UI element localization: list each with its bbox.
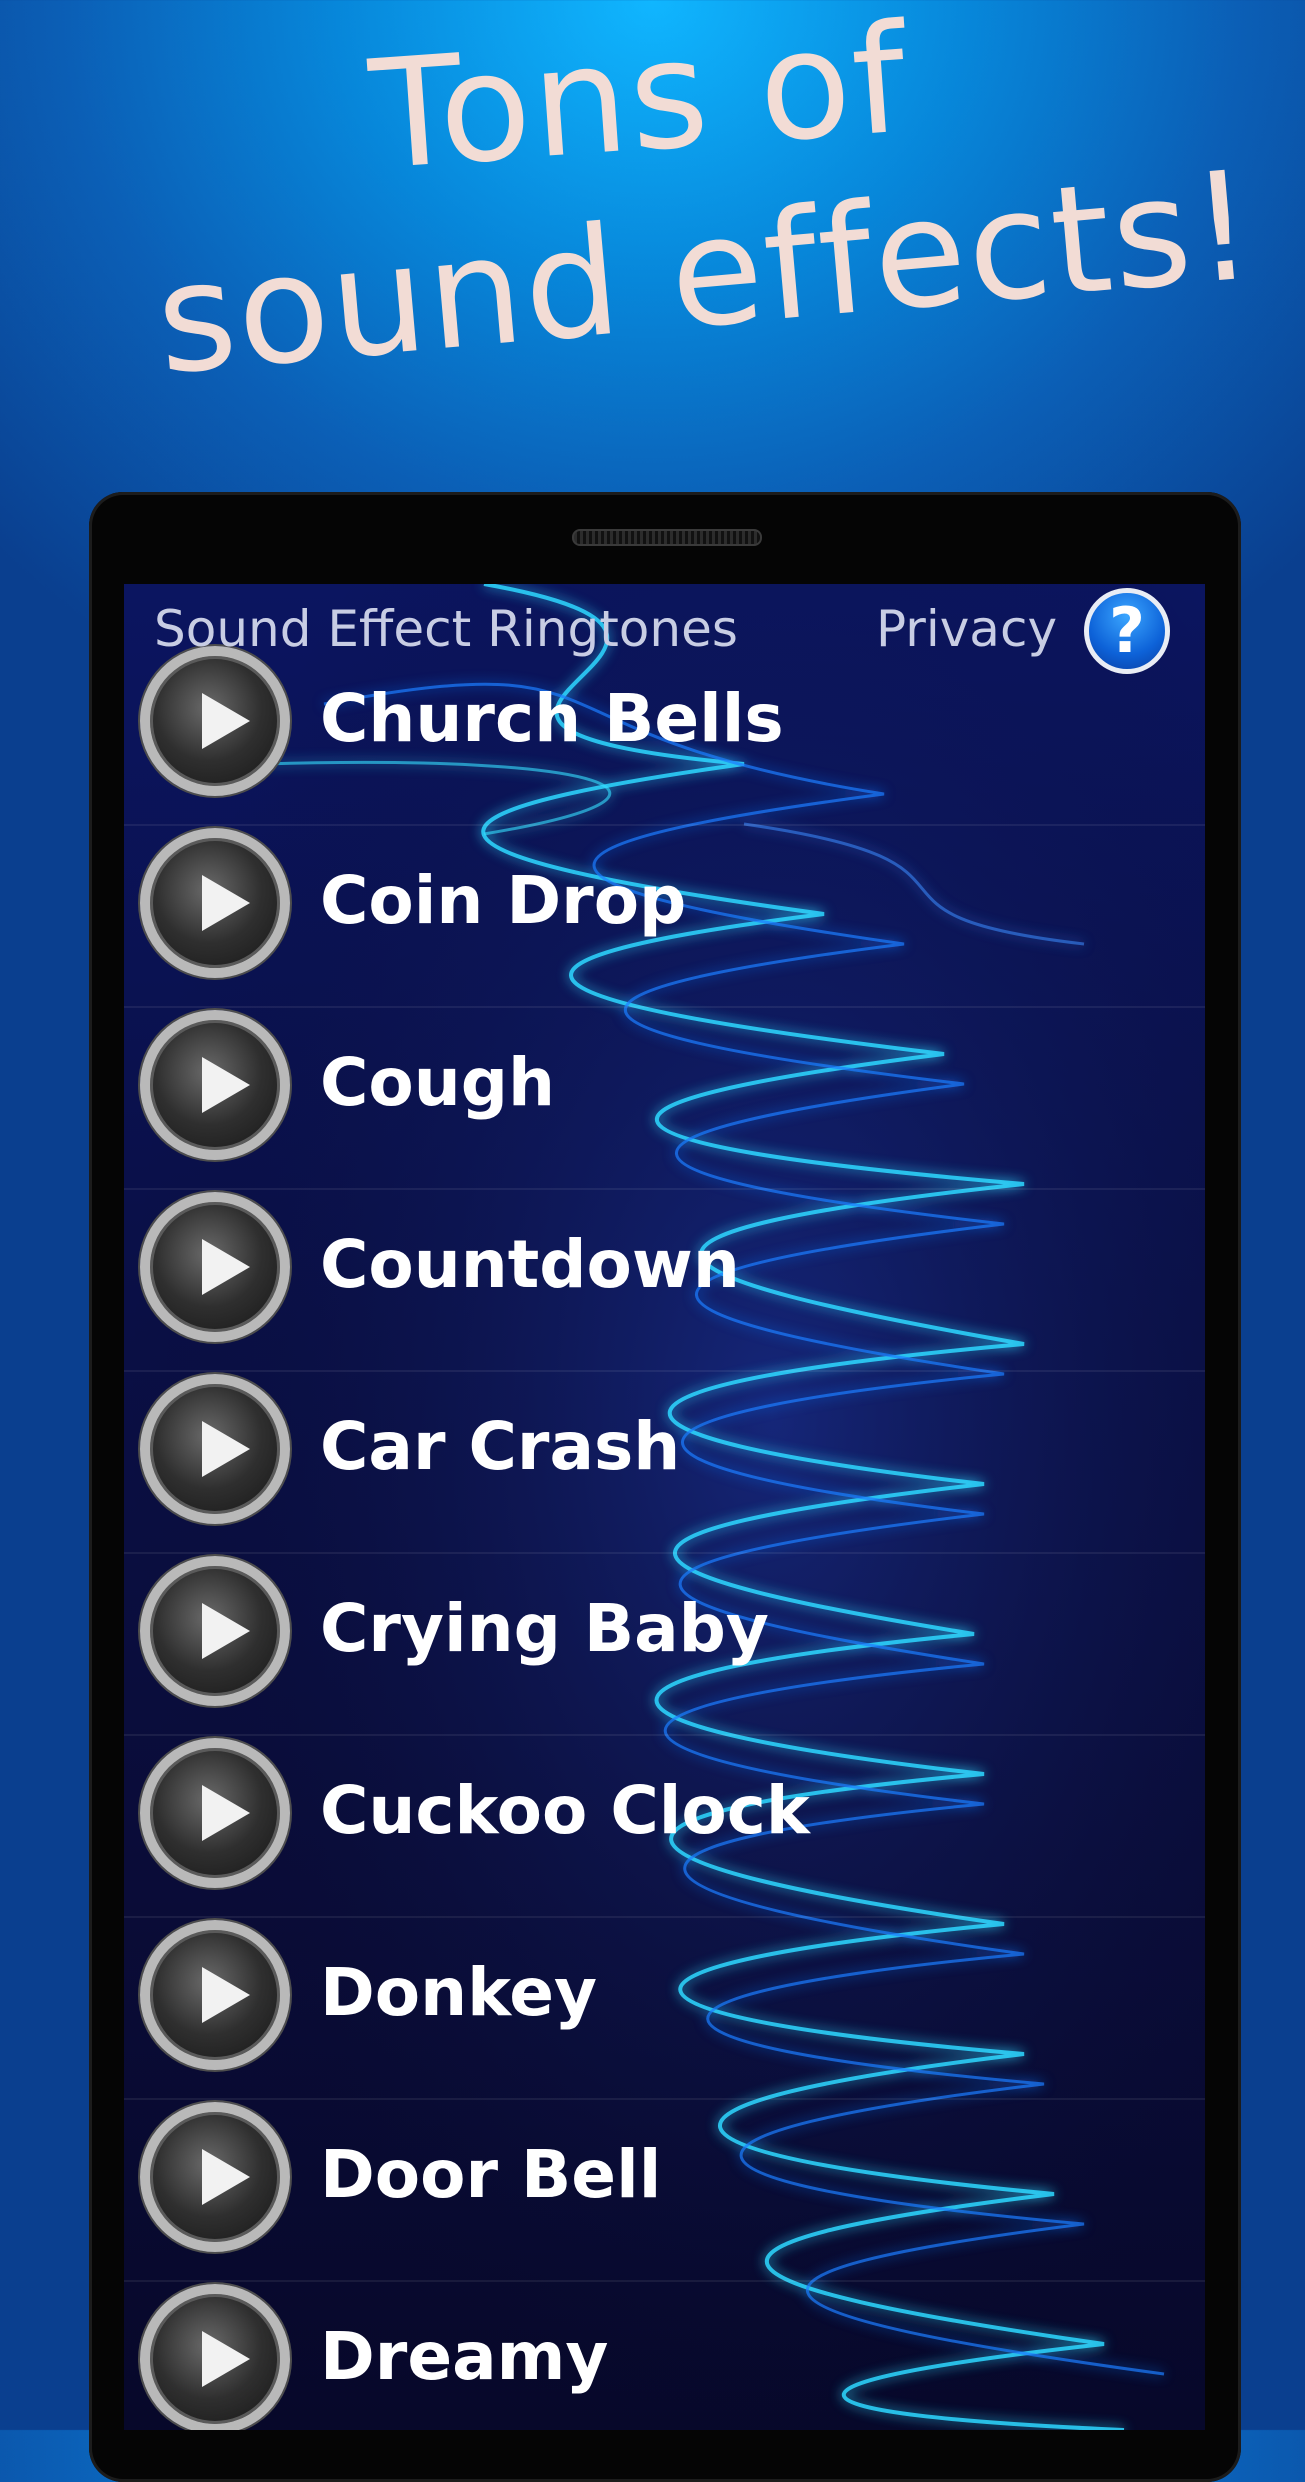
- play-icon[interactable]: [140, 1556, 290, 1706]
- list-item[interactable]: Door Bell: [124, 2100, 1205, 2282]
- app-bar: Sound Effect Ringtones Privacy ?: [124, 584, 1205, 674]
- privacy-link[interactable]: Privacy: [876, 600, 1057, 658]
- app-title: Sound Effect Ringtones: [154, 600, 738, 658]
- sound-label: Coin Drop: [320, 862, 687, 939]
- promo-headline: Tons of sound effects!: [0, 0, 1305, 480]
- question-circle-icon: ?: [1109, 594, 1145, 667]
- play-icon[interactable]: [140, 1920, 290, 2070]
- play-icon[interactable]: [140, 1738, 290, 1888]
- list-item[interactable]: Car Crash: [124, 1372, 1205, 1554]
- sound-label: Door Bell: [320, 2136, 662, 2213]
- play-icon[interactable]: [140, 828, 290, 978]
- play-icon[interactable]: [140, 2102, 290, 2252]
- app-screen: Sound Effect Ringtones Privacy ? Church …: [124, 584, 1205, 2430]
- sound-label: Dreamy: [320, 2318, 609, 2395]
- list-item[interactable]: Cough: [124, 1008, 1205, 1190]
- list-item[interactable]: Dreamy: [124, 2282, 1205, 2430]
- help-button[interactable]: ?: [1084, 588, 1170, 674]
- phone-speaker-grille: [572, 529, 762, 546]
- sound-label: Cuckoo Clock: [320, 1772, 810, 1849]
- list-item[interactable]: Donkey: [124, 1918, 1205, 2100]
- sound-label: Church Bells: [320, 680, 784, 757]
- sound-label: Car Crash: [320, 1408, 681, 1485]
- sound-label: Crying Baby: [320, 1590, 769, 1667]
- headline-line-1: Tons of: [365, 0, 914, 204]
- play-icon[interactable]: [140, 1192, 290, 1342]
- play-icon[interactable]: [140, 2284, 290, 2430]
- sound-label: Donkey: [320, 1954, 598, 2031]
- list-item[interactable]: Cuckoo Clock: [124, 1736, 1205, 1918]
- list-item[interactable]: Coin Drop: [124, 826, 1205, 1008]
- sound-label: Countdown: [320, 1226, 740, 1303]
- play-icon[interactable]: [140, 1010, 290, 1160]
- list-item[interactable]: Countdown: [124, 1190, 1205, 1372]
- list-item[interactable]: Crying Baby: [124, 1554, 1205, 1736]
- sound-label: Cough: [320, 1044, 555, 1121]
- play-icon[interactable]: [140, 1374, 290, 1524]
